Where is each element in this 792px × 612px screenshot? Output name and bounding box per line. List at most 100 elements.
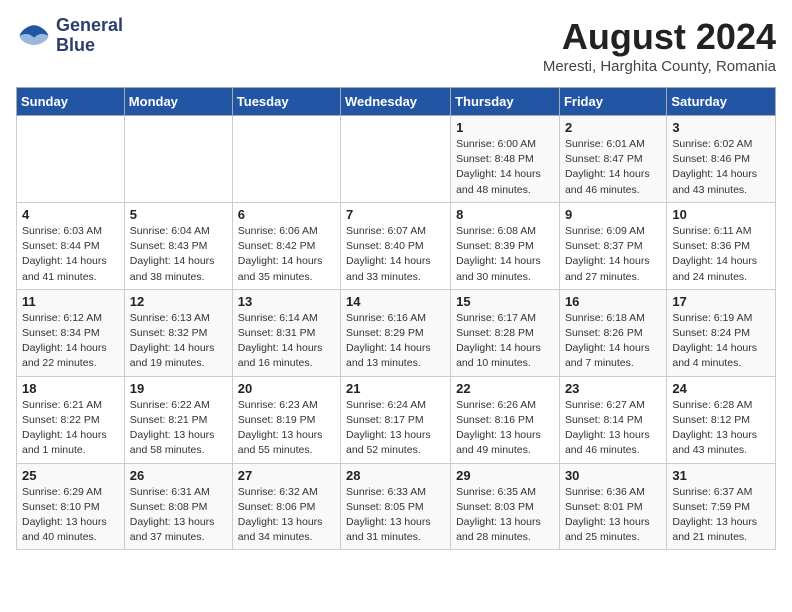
day-info: Sunrise: 6:33 AM Sunset: 8:05 PM Dayligh… [346,485,445,546]
day-info: Sunrise: 6:28 AM Sunset: 8:12 PM Dayligh… [672,398,770,459]
day-info: Sunrise: 6:31 AM Sunset: 8:08 PM Dayligh… [130,485,227,546]
calendar-cell: 16 Sunrise: 6:18 AM Sunset: 8:26 PM Dayli… [559,289,666,376]
calendar-cell: 9 Sunrise: 6:09 AM Sunset: 8:37 PM Daylig… [559,202,666,289]
logo-blue: Blue [56,36,123,56]
calendar-cell: 31 Sunrise: 6:37 AM Sunset: 7:59 PM Dayli… [667,463,776,550]
calendar-cell: 5 Sunrise: 6:04 AM Sunset: 8:43 PM Daylig… [124,202,232,289]
calendar-cell: 26 Sunrise: 6:31 AM Sunset: 8:08 PM Dayli… [124,463,232,550]
day-number: 6 [238,207,335,222]
day-info: Sunrise: 6:12 AM Sunset: 8:34 PM Dayligh… [22,311,119,372]
day-number: 8 [456,207,554,222]
day-info: Sunrise: 6:06 AM Sunset: 8:42 PM Dayligh… [238,224,335,285]
calendar-week-3: 11 Sunrise: 6:12 AM Sunset: 8:34 PM Dayli… [17,289,776,376]
header-thursday: Thursday [451,88,560,116]
calendar-header-row: SundayMondayTuesdayWednesdayThursdayFrid… [17,88,776,116]
calendar-cell [232,116,340,203]
day-number: 25 [22,468,119,483]
day-number: 12 [130,294,227,309]
calendar-cell: 24 Sunrise: 6:28 AM Sunset: 8:12 PM Dayli… [667,376,776,463]
calendar-week-5: 25 Sunrise: 6:29 AM Sunset: 8:10 PM Dayli… [17,463,776,550]
day-number: 19 [130,381,227,396]
calendar-cell: 8 Sunrise: 6:08 AM Sunset: 8:39 PM Daylig… [451,202,560,289]
day-info: Sunrise: 6:04 AM Sunset: 8:43 PM Dayligh… [130,224,227,285]
calendar-cell: 7 Sunrise: 6:07 AM Sunset: 8:40 PM Daylig… [341,202,451,289]
day-number: 5 [130,207,227,222]
day-number: 2 [565,120,661,135]
calendar-cell: 10 Sunrise: 6:11 AM Sunset: 8:36 PM Dayli… [667,202,776,289]
day-info: Sunrise: 6:07 AM Sunset: 8:40 PM Dayligh… [346,224,445,285]
day-number: 20 [238,381,335,396]
day-info: Sunrise: 6:19 AM Sunset: 8:24 PM Dayligh… [672,311,770,372]
calendar-cell [341,116,451,203]
calendar-cell: 2 Sunrise: 6:01 AM Sunset: 8:47 PM Daylig… [559,116,666,203]
day-number: 9 [565,207,661,222]
day-number: 7 [346,207,445,222]
day-number: 14 [346,294,445,309]
day-info: Sunrise: 6:16 AM Sunset: 8:29 PM Dayligh… [346,311,445,372]
calendar-cell: 23 Sunrise: 6:27 AM Sunset: 8:14 PM Dayli… [559,376,666,463]
month-year-title: August 2024 [543,16,776,58]
day-number: 30 [565,468,661,483]
day-info: Sunrise: 6:35 AM Sunset: 8:03 PM Dayligh… [456,485,554,546]
day-number: 18 [22,381,119,396]
day-info: Sunrise: 6:29 AM Sunset: 8:10 PM Dayligh… [22,485,119,546]
logo-text: General Blue [56,16,123,56]
day-number: 16 [565,294,661,309]
calendar-cell: 21 Sunrise: 6:24 AM Sunset: 8:17 PM Dayli… [341,376,451,463]
calendar-cell: 22Sunrise: 6:26 AM Sunset: 8:16 PM Dayli… [451,376,560,463]
calendar-cell: 3Sunrise: 6:02 AM Sunset: 8:46 PM Daylig… [667,116,776,203]
day-info: Sunrise: 6:22 AM Sunset: 8:21 PM Dayligh… [130,398,227,459]
day-number: 13 [238,294,335,309]
logo: General Blue [16,16,123,56]
day-info: Sunrise: 6:36 AM Sunset: 8:01 PM Dayligh… [565,485,661,546]
header-tuesday: Tuesday [232,88,340,116]
calendar-cell: 27 Sunrise: 6:32 AM Sunset: 8:06 PM Dayli… [232,463,340,550]
day-number: 29 [456,468,554,483]
calendar-cell: 28Sunrise: 6:33 AM Sunset: 8:05 PM Dayli… [341,463,451,550]
day-info: Sunrise: 6:37 AM Sunset: 7:59 PM Dayligh… [672,485,770,546]
day-info: Sunrise: 6:03 AM Sunset: 8:44 PM Dayligh… [22,224,119,285]
calendar-table: SundayMondayTuesdayWednesdayThursdayFrid… [16,87,776,550]
day-number: 26 [130,468,227,483]
day-number: 24 [672,381,770,396]
day-number: 23 [565,381,661,396]
day-number: 17 [672,294,770,309]
calendar-cell: 6 Sunrise: 6:06 AM Sunset: 8:42 PM Daylig… [232,202,340,289]
day-number: 10 [672,207,770,222]
calendar-cell: 14 Sunrise: 6:16 AM Sunset: 8:29 PM Dayli… [341,289,451,376]
header-saturday: Saturday [667,88,776,116]
day-info: Sunrise: 6:13 AM Sunset: 8:32 PM Dayligh… [130,311,227,372]
location-subtitle: Meresti, Harghita County, Romania [543,58,776,75]
calendar-cell: 4Sunrise: 6:03 AM Sunset: 8:44 PM Daylig… [17,202,125,289]
calendar-cell: 11 Sunrise: 6:12 AM Sunset: 8:34 PM Dayli… [17,289,125,376]
day-info: Sunrise: 6:08 AM Sunset: 8:39 PM Dayligh… [456,224,554,285]
day-number: 3 [672,120,770,135]
day-info: Sunrise: 6:00 AM Sunset: 8:48 PM Dayligh… [456,137,554,198]
day-number: 27 [238,468,335,483]
calendar-cell: 15Sunrise: 6:17 AM Sunset: 8:28 PM Dayli… [451,289,560,376]
day-info: Sunrise: 6:01 AM Sunset: 8:47 PM Dayligh… [565,137,661,198]
day-number: 21 [346,381,445,396]
page-header: General Blue August 2024 Meresti, Harghi… [16,16,776,75]
day-info: Sunrise: 6:27 AM Sunset: 8:14 PM Dayligh… [565,398,661,459]
day-info: Sunrise: 6:09 AM Sunset: 8:37 PM Dayligh… [565,224,661,285]
calendar-week-2: 4Sunrise: 6:03 AM Sunset: 8:44 PM Daylig… [17,202,776,289]
calendar-cell: 25 Sunrise: 6:29 AM Sunset: 8:10 PM Dayli… [17,463,125,550]
title-area: August 2024 Meresti, Harghita County, Ro… [543,16,776,75]
calendar-week-1: 1Sunrise: 6:00 AM Sunset: 8:48 PM Daylig… [17,116,776,203]
day-number: 11 [22,294,119,309]
logo-icon [16,18,52,54]
day-info: Sunrise: 6:21 AM Sunset: 8:22 PM Dayligh… [22,398,119,459]
day-number: 31 [672,468,770,483]
day-info: Sunrise: 6:32 AM Sunset: 8:06 PM Dayligh… [238,485,335,546]
calendar-cell: 17 Sunrise: 6:19 AM Sunset: 8:24 PM Dayli… [667,289,776,376]
day-info: Sunrise: 6:24 AM Sunset: 8:17 PM Dayligh… [346,398,445,459]
day-info: Sunrise: 6:23 AM Sunset: 8:19 PM Dayligh… [238,398,335,459]
day-info: Sunrise: 6:11 AM Sunset: 8:36 PM Dayligh… [672,224,770,285]
calendar-cell: 19 Sunrise: 6:22 AM Sunset: 8:21 PM Dayli… [124,376,232,463]
calendar-cell: 13Sunrise: 6:14 AM Sunset: 8:31 PM Dayli… [232,289,340,376]
header-sunday: Sunday [17,88,125,116]
calendar-cell: 1Sunrise: 6:00 AM Sunset: 8:48 PM Daylig… [451,116,560,203]
day-info: Sunrise: 6:18 AM Sunset: 8:26 PM Dayligh… [565,311,661,372]
day-info: Sunrise: 6:26 AM Sunset: 8:16 PM Dayligh… [456,398,554,459]
